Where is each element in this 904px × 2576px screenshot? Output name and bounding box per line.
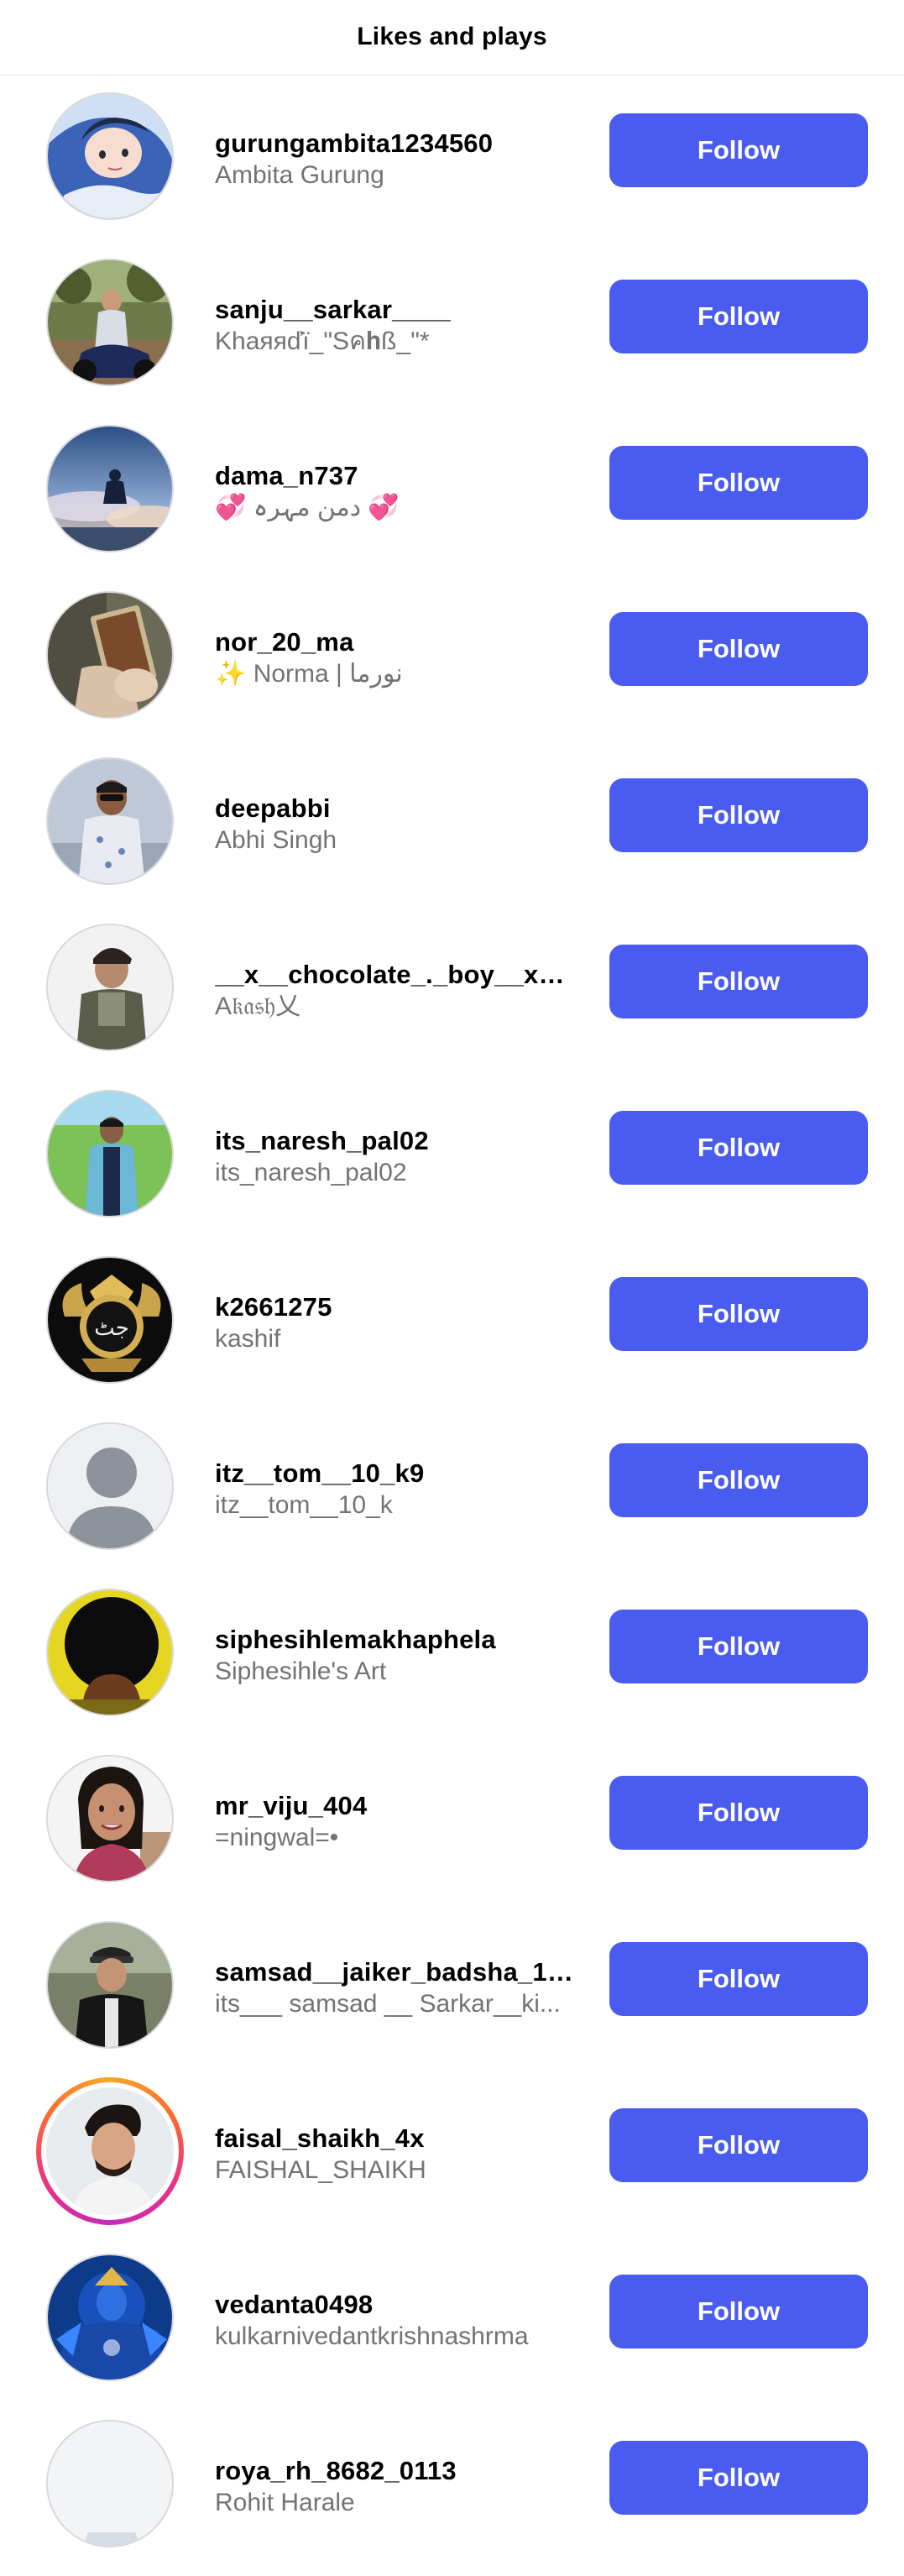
username[interactable]: vedanta0498 — [215, 2289, 576, 2321]
username[interactable]: k2661275 — [215, 1291, 576, 1323]
list-item[interactable]: its_naresh_pal02 its_naresh_pal02 Follow — [0, 1073, 904, 1239]
follow-button[interactable]: Follow — [609, 1277, 868, 1351]
avatar[interactable] — [46, 757, 174, 885]
full-name: itz__tom__10_k — [215, 1491, 393, 1519]
follow-button[interactable]: Follow — [609, 280, 868, 353]
svg-text:جٹ: جٹ — [94, 1316, 129, 1341]
list-item[interactable]: itz__tom__10_k9 itz__tom__10_k Follow — [0, 1406, 904, 1572]
follow-button[interactable]: Follow — [609, 2108, 868, 2182]
username[interactable]: deepabbi — [215, 793, 576, 825]
follow-button[interactable]: Follow — [609, 1776, 868, 1850]
username[interactable]: its_naresh_pal02 — [215, 1125, 576, 1157]
page-title: Likes and plays — [357, 23, 547, 50]
user-list: gurungambita1234560 Ambita Gurung Follow — [0, 76, 904, 2569]
follow-button[interactable]: Follow — [609, 1942, 868, 2016]
username[interactable]: samsad__jaiker_badsha_10... — [215, 1956, 576, 1988]
username[interactable]: mr_viju_404 — [215, 1790, 576, 1822]
full-name: Abhi Singh — [215, 826, 337, 854]
username[interactable]: siphesihlemakhaphela — [215, 1624, 576, 1656]
follow-button[interactable]: Follow — [609, 2441, 868, 2515]
username[interactable]: itz__tom__10_k9 — [215, 1458, 576, 1490]
list-item[interactable]: dama_n737 💞 دمن مہرہ 💞 Follow — [0, 408, 904, 574]
list-item[interactable]: gurungambita1234560 Ambita Gurung Follow — [0, 76, 904, 242]
follow-button[interactable]: Follow — [609, 1111, 868, 1185]
full-name: 💞 دمن مہرہ 💞 — [215, 494, 400, 521]
list-item[interactable]: sanju__sarkar____ Khaяяďï_"Sค𝐡ß_"* Follo… — [0, 242, 904, 408]
follow-button[interactable]: Follow — [609, 612, 868, 686]
list-item[interactable]: nor_20_ma ✨ Norma | نورما Follow — [0, 574, 904, 741]
full-name: ✨ Norma | نورما — [215, 660, 403, 688]
header-bar: Likes and plays — [0, 0, 904, 76]
avatar[interactable] — [46, 2420, 174, 2547]
avatar[interactable] — [46, 1755, 174, 1882]
username[interactable]: nor_20_ma — [215, 626, 576, 658]
avatar[interactable]: جٹ — [46, 1256, 174, 1384]
avatar[interactable] — [46, 1589, 174, 1716]
list-item[interactable]: deepabbi Abhi Singh Follow — [0, 741, 904, 907]
list-item[interactable]: siphesihlemakhaphela Siphesihle's Art Fo… — [0, 1572, 904, 1738]
username[interactable]: faisal_shaikh_4x — [215, 2123, 576, 2155]
full-name: kashif — [215, 1325, 281, 1353]
follow-button[interactable]: Follow — [609, 2275, 868, 2348]
avatar-with-story-ring[interactable] — [36, 2077, 184, 2225]
username[interactable]: sanju__sarkar____ — [215, 294, 576, 326]
list-item[interactable]: جٹ k2661275 kashif Follow — [0, 1239, 904, 1406]
avatar[interactable] — [46, 92, 174, 220]
full-name: Rohit Harale — [215, 2489, 355, 2516]
list-item[interactable]: samsad__jaiker_badsha_10... its___ samsa… — [0, 1904, 904, 2071]
full-name: kulkarnivedantkrishnashrma — [215, 2322, 529, 2350]
follow-button[interactable]: Follow — [609, 446, 868, 520]
avatar[interactable] — [46, 1422, 174, 1550]
full-name: its___ samsad __ Sarkar__ki... — [215, 1990, 561, 2018]
full-name: its_naresh_pal02 — [215, 1159, 407, 1186]
avatar[interactable] — [46, 924, 174, 1051]
full-name: FAISHAL_SHAIKH — [215, 2156, 426, 2184]
username[interactable]: gurungambita1234560 — [215, 128, 576, 160]
avatar[interactable] — [46, 591, 174, 719]
full-name: A𝔨𝔞𝔰𝔥乂 — [215, 992, 301, 1020]
follow-button[interactable]: Follow — [609, 1443, 868, 1517]
list-item[interactable]: vedanta0498 kulkarnivedantkrishnashrma F… — [0, 2237, 904, 2403]
avatar[interactable] — [46, 425, 174, 552]
full-name: Ambita Gurung — [215, 161, 384, 189]
list-item[interactable]: mr_viju_404 =ningwal=• Follow — [0, 1738, 904, 1904]
username[interactable]: __x__chocolate_._boy__x__143 — [215, 959, 576, 991]
list-item[interactable]: roya_rh_8682_0113 Rohit Harale Follow — [0, 2403, 904, 2569]
username[interactable]: roya_rh_8682_0113 — [215, 2455, 576, 2487]
list-item[interactable]: faisal_shaikh_4x FAISHAL_SHAIKH Follow — [0, 2071, 904, 2237]
follow-button[interactable]: Follow — [609, 945, 868, 1018]
avatar[interactable] — [46, 1090, 174, 1217]
full-name: =ningwal=• — [215, 1824, 339, 1851]
follow-button[interactable]: Follow — [609, 113, 868, 187]
avatar[interactable] — [46, 259, 174, 386]
follow-button[interactable]: Follow — [609, 1610, 868, 1683]
avatar[interactable] — [46, 1921, 174, 2049]
full-name: Siphesihle's Art — [215, 1657, 387, 1685]
follow-button[interactable]: Follow — [609, 778, 868, 852]
full-name: Khaяяďï_"Sค𝐡ß_"* — [215, 327, 430, 355]
list-item[interactable]: __x__chocolate_._boy__x__143 A𝔨𝔞𝔰𝔥乂 Foll… — [0, 907, 904, 1073]
username[interactable]: dama_n737 — [215, 460, 576, 492]
avatar[interactable] — [46, 2254, 174, 2381]
